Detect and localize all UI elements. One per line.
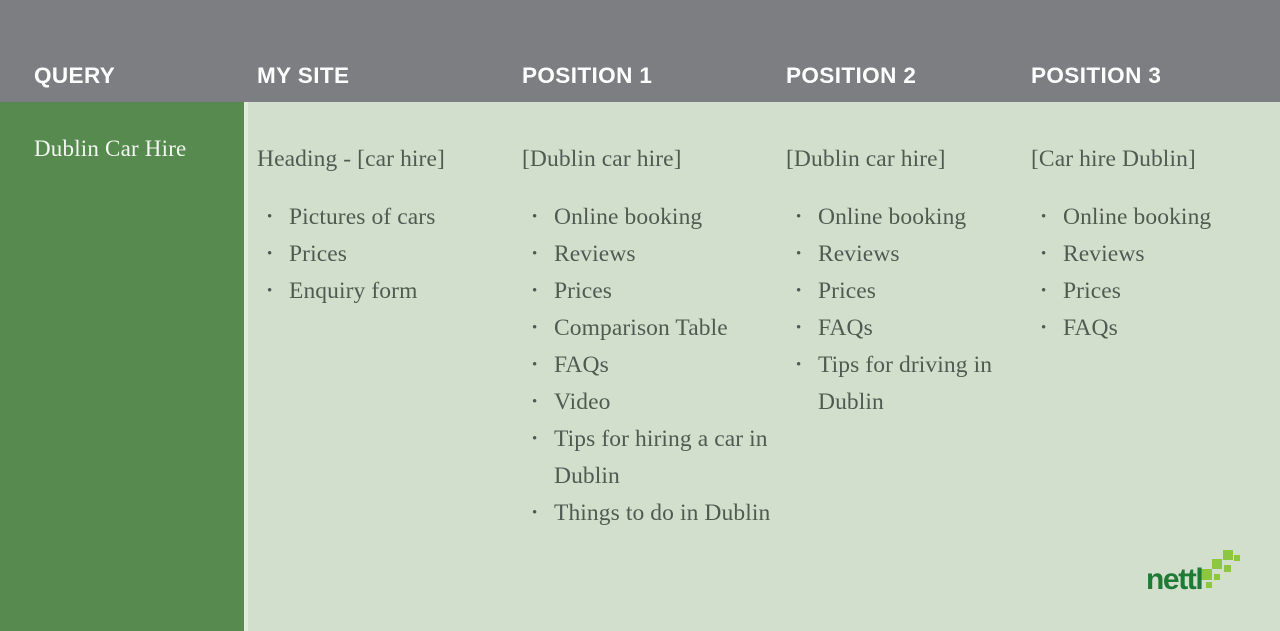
- list-item: Things to do in Dublin: [522, 495, 782, 532]
- list-item: Prices: [786, 273, 1026, 310]
- list-item: Prices: [1031, 273, 1271, 310]
- list-item: Tips for hiring a car in Dublin: [522, 421, 782, 495]
- list-item: Video: [522, 384, 777, 421]
- nettl-logo: nettl: [1146, 548, 1246, 598]
- logo-squares: [1201, 550, 1240, 588]
- column-header-position-1: POSITION 1: [522, 63, 653, 88]
- nettl-logo-graphic: nettl: [1146, 550, 1240, 596]
- column-header-my-site: MY SITE: [257, 63, 350, 88]
- list-item: Enquiry form: [257, 273, 507, 310]
- list-item: Comparison Table: [522, 310, 777, 347]
- list-item: Reviews: [522, 236, 777, 273]
- list-item: Online booking: [1031, 199, 1271, 236]
- query-label: Dublin Car Hire: [34, 136, 187, 161]
- column-position-1-list: Online booking Reviews Prices Comparison…: [522, 174, 777, 532]
- list-item: Tips for driving in Dublin: [786, 347, 1046, 421]
- column-position-2-list: Online booking Reviews Prices FAQs Tips …: [786, 174, 1026, 421]
- column-position-2-title: [Dublin car hire]: [786, 146, 946, 172]
- nettl-wordmark-text: nettl: [1146, 563, 1202, 596]
- list-item: Prices: [522, 273, 777, 310]
- column-my-site-list: Pictures of cars Prices Enquiry form: [257, 174, 507, 310]
- column-header-position-2: POSITION 2: [786, 63, 917, 88]
- list-item: Reviews: [786, 236, 1026, 273]
- column-position-1-title: [Dublin car hire]: [522, 146, 682, 172]
- query-column: Dublin Car Hire: [0, 102, 244, 631]
- list-item: Online booking: [522, 199, 777, 236]
- list-item: FAQs: [1031, 310, 1271, 347]
- column-position-1: [Dublin car hire] Online booking Reviews…: [522, 102, 777, 532]
- column-position-3: [Car hire Dublin] Online booking Reviews…: [1031, 102, 1271, 347]
- column-my-site: Heading - [car hire] Pictures of cars Pr…: [257, 102, 507, 310]
- column-position-3-list: Online booking Reviews Prices FAQs: [1031, 174, 1271, 347]
- column-position-3-title: [Car hire Dublin]: [1031, 146, 1196, 172]
- column-header-position-3: POSITION 3: [1031, 63, 1162, 88]
- table-header-bar: QUERY MY SITE POSITION 1 POSITION 2 POSI…: [0, 0, 1280, 102]
- column-position-2: [Dublin car hire] Online booking Reviews…: [786, 102, 1026, 421]
- list-item: Prices: [257, 236, 507, 273]
- table-body: Heading - [car hire] Pictures of cars Pr…: [248, 102, 1280, 631]
- list-item: Pictures of cars: [257, 199, 507, 236]
- list-item: Reviews: [1031, 236, 1271, 273]
- slide-canvas: QUERY MY SITE POSITION 1 POSITION 2 POSI…: [0, 0, 1280, 631]
- column-header-query: QUERY: [34, 63, 116, 88]
- list-item: Online booking: [786, 199, 1026, 236]
- list-item: FAQs: [522, 347, 777, 384]
- column-my-site-title: Heading - [car hire]: [257, 146, 445, 172]
- list-item: FAQs: [786, 310, 1026, 347]
